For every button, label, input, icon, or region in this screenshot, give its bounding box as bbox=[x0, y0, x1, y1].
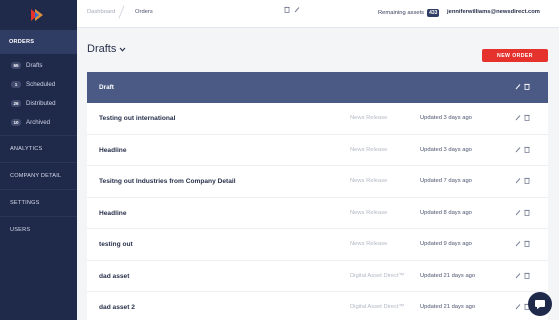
nav-orders[interactable]: ORDERS bbox=[0, 30, 77, 54]
table-row[interactable]: Headline News Release Updated 3 days ago bbox=[87, 134, 548, 166]
top-icons bbox=[284, 6, 300, 13]
row-title: Headline bbox=[99, 209, 127, 217]
sidebar: ORDERS 65 Drafts 1 Scheduled 26 Distribu… bbox=[0, 0, 77, 320]
distributed-label: Distributed bbox=[26, 100, 56, 107]
nav-analytics[interactable]: ANALYTICS bbox=[0, 135, 77, 162]
row-type: News Release bbox=[350, 209, 388, 216]
row-title: dad asset bbox=[99, 272, 130, 280]
breadcrumb-dashboard[interactable]: Dashboard bbox=[87, 9, 115, 15]
logo[interactable] bbox=[0, 0, 77, 30]
row-updated: Updated 3 days ago bbox=[420, 115, 472, 121]
row-actions bbox=[515, 209, 530, 216]
orders-sublist: 65 Drafts 1 Scheduled 26 Distributed 10 … bbox=[0, 54, 77, 135]
pencil-icon[interactable] bbox=[515, 83, 521, 90]
row-type: News Release bbox=[350, 178, 388, 184]
row-actions bbox=[515, 177, 530, 184]
pencil-icon[interactable] bbox=[515, 146, 521, 153]
trash-icon[interactable] bbox=[524, 177, 530, 184]
row-actions bbox=[515, 114, 530, 121]
pencil-icon[interactable] bbox=[294, 6, 300, 13]
remaining-assets: Remaining assets 433 bbox=[378, 9, 440, 17]
trash-icon[interactable] bbox=[284, 6, 290, 13]
nav-users[interactable]: USERS bbox=[0, 216, 77, 243]
sidebar-item-drafts[interactable]: 65 Drafts bbox=[0, 56, 77, 75]
table-row[interactable]: Tesitng out Industries from Company Deta… bbox=[87, 166, 548, 198]
group-header-actions bbox=[515, 83, 530, 90]
distributed-count: 26 bbox=[11, 100, 21, 107]
row-type: News Release bbox=[350, 146, 388, 153]
row-updated: Updated 8 days ago bbox=[420, 209, 472, 216]
group-header: Draft bbox=[87, 72, 548, 103]
row-updated: Updated 21 days ago bbox=[420, 272, 476, 279]
chat-button[interactable] bbox=[528, 292, 552, 316]
row-actions bbox=[515, 240, 530, 247]
scheduled-label: Scheduled bbox=[26, 81, 56, 88]
trash-icon[interactable] bbox=[524, 272, 530, 279]
pencil-icon[interactable] bbox=[515, 240, 521, 247]
table-row[interactable]: testing out News Release Updated 9 days … bbox=[87, 229, 548, 261]
sidebar-item-archived[interactable]: 10 Archived bbox=[0, 113, 77, 132]
pencil-icon[interactable] bbox=[515, 303, 521, 310]
row-title: Headline bbox=[99, 146, 127, 154]
user-email[interactable]: jenniferwilliams@newsdirect.com bbox=[447, 9, 540, 15]
trash-icon[interactable] bbox=[524, 114, 530, 121]
row-type: News Release bbox=[350, 115, 388, 121]
row-updated: Updated 7 days ago bbox=[420, 178, 472, 184]
drafts-count: 65 bbox=[11, 62, 21, 69]
row-type: News Release bbox=[350, 241, 388, 247]
chevron-down-icon bbox=[119, 47, 126, 52]
nav-analytics-label: ANALYTICS bbox=[10, 146, 43, 152]
row-title: Tesitng out Industries from Company Deta… bbox=[99, 178, 236, 185]
table-row[interactable]: dad asset 2 Digital Asset Direct™ Update… bbox=[87, 292, 548, 320]
drafts-table: Draft Testing out international News Rel… bbox=[87, 72, 548, 320]
pencil-icon[interactable] bbox=[515, 114, 521, 121]
sidebar-item-distributed[interactable]: 26 Distributed bbox=[0, 94, 77, 113]
table-row[interactable]: Headline News Release Updated 8 days ago bbox=[87, 197, 548, 229]
nav-users-label: USERS bbox=[10, 227, 31, 233]
new-order-button[interactable]: NEW ORDER bbox=[482, 49, 548, 62]
topbar: Dashboard Orders Remaining assets 433 je… bbox=[77, 0, 559, 28]
pencil-icon[interactable] bbox=[515, 177, 521, 184]
trash-icon[interactable] bbox=[524, 209, 530, 216]
drafts-label: Drafts bbox=[26, 62, 43, 69]
remaining-assets-badge: 433 bbox=[427, 9, 440, 17]
table-row[interactable]: dad asset Digital Asset Direct™ Updated … bbox=[87, 260, 548, 292]
group-header-label: Draft bbox=[99, 84, 114, 91]
title-dropdown[interactable]: Drafts bbox=[87, 43, 126, 55]
page-title: Drafts bbox=[87, 43, 117, 55]
breadcrumb-orders: Orders bbox=[135, 9, 153, 15]
row-actions bbox=[515, 272, 530, 279]
row-type: Digital Asset Direct™ bbox=[350, 304, 405, 310]
sidebar-item-scheduled[interactable]: 1 Scheduled bbox=[0, 75, 77, 94]
row-updated: Updated 9 days ago bbox=[420, 241, 472, 247]
table-row[interactable]: Testing out international News Release U… bbox=[87, 103, 548, 135]
nav-orders-label: ORDERS bbox=[9, 39, 35, 45]
row-title: dad asset 2 bbox=[99, 304, 135, 311]
trash-icon[interactable] bbox=[524, 146, 530, 153]
chat-bubble-icon bbox=[535, 300, 545, 310]
trash-icon[interactable] bbox=[524, 83, 530, 90]
row-title: Testing out international bbox=[99, 115, 176, 122]
row-actions bbox=[515, 146, 530, 153]
row-updated: Updated 3 days ago bbox=[420, 146, 472, 153]
archived-count: 10 bbox=[11, 119, 21, 126]
archived-label: Archived bbox=[26, 119, 51, 126]
breadcrumb-separator bbox=[118, 5, 125, 19]
row-updated: Updated 21 days ago bbox=[420, 304, 476, 310]
nav-company-detail-label: COMPANY DETAIL bbox=[10, 173, 62, 179]
pencil-icon[interactable] bbox=[515, 272, 521, 279]
remaining-assets-label: Remaining assets bbox=[378, 10, 425, 16]
scheduled-count: 1 bbox=[11, 81, 21, 88]
pencil-icon[interactable] bbox=[515, 209, 521, 216]
row-title: testing out bbox=[99, 241, 133, 248]
nav-settings-label: SETTINGS bbox=[10, 200, 40, 206]
nav-company-detail[interactable]: COMPANY DETAIL bbox=[0, 162, 77, 189]
newsdirect-logo-icon bbox=[31, 9, 43, 21]
row-type: Digital Asset Direct™ bbox=[350, 272, 405, 279]
nav-settings[interactable]: SETTINGS bbox=[0, 189, 77, 216]
trash-icon[interactable] bbox=[524, 240, 530, 247]
